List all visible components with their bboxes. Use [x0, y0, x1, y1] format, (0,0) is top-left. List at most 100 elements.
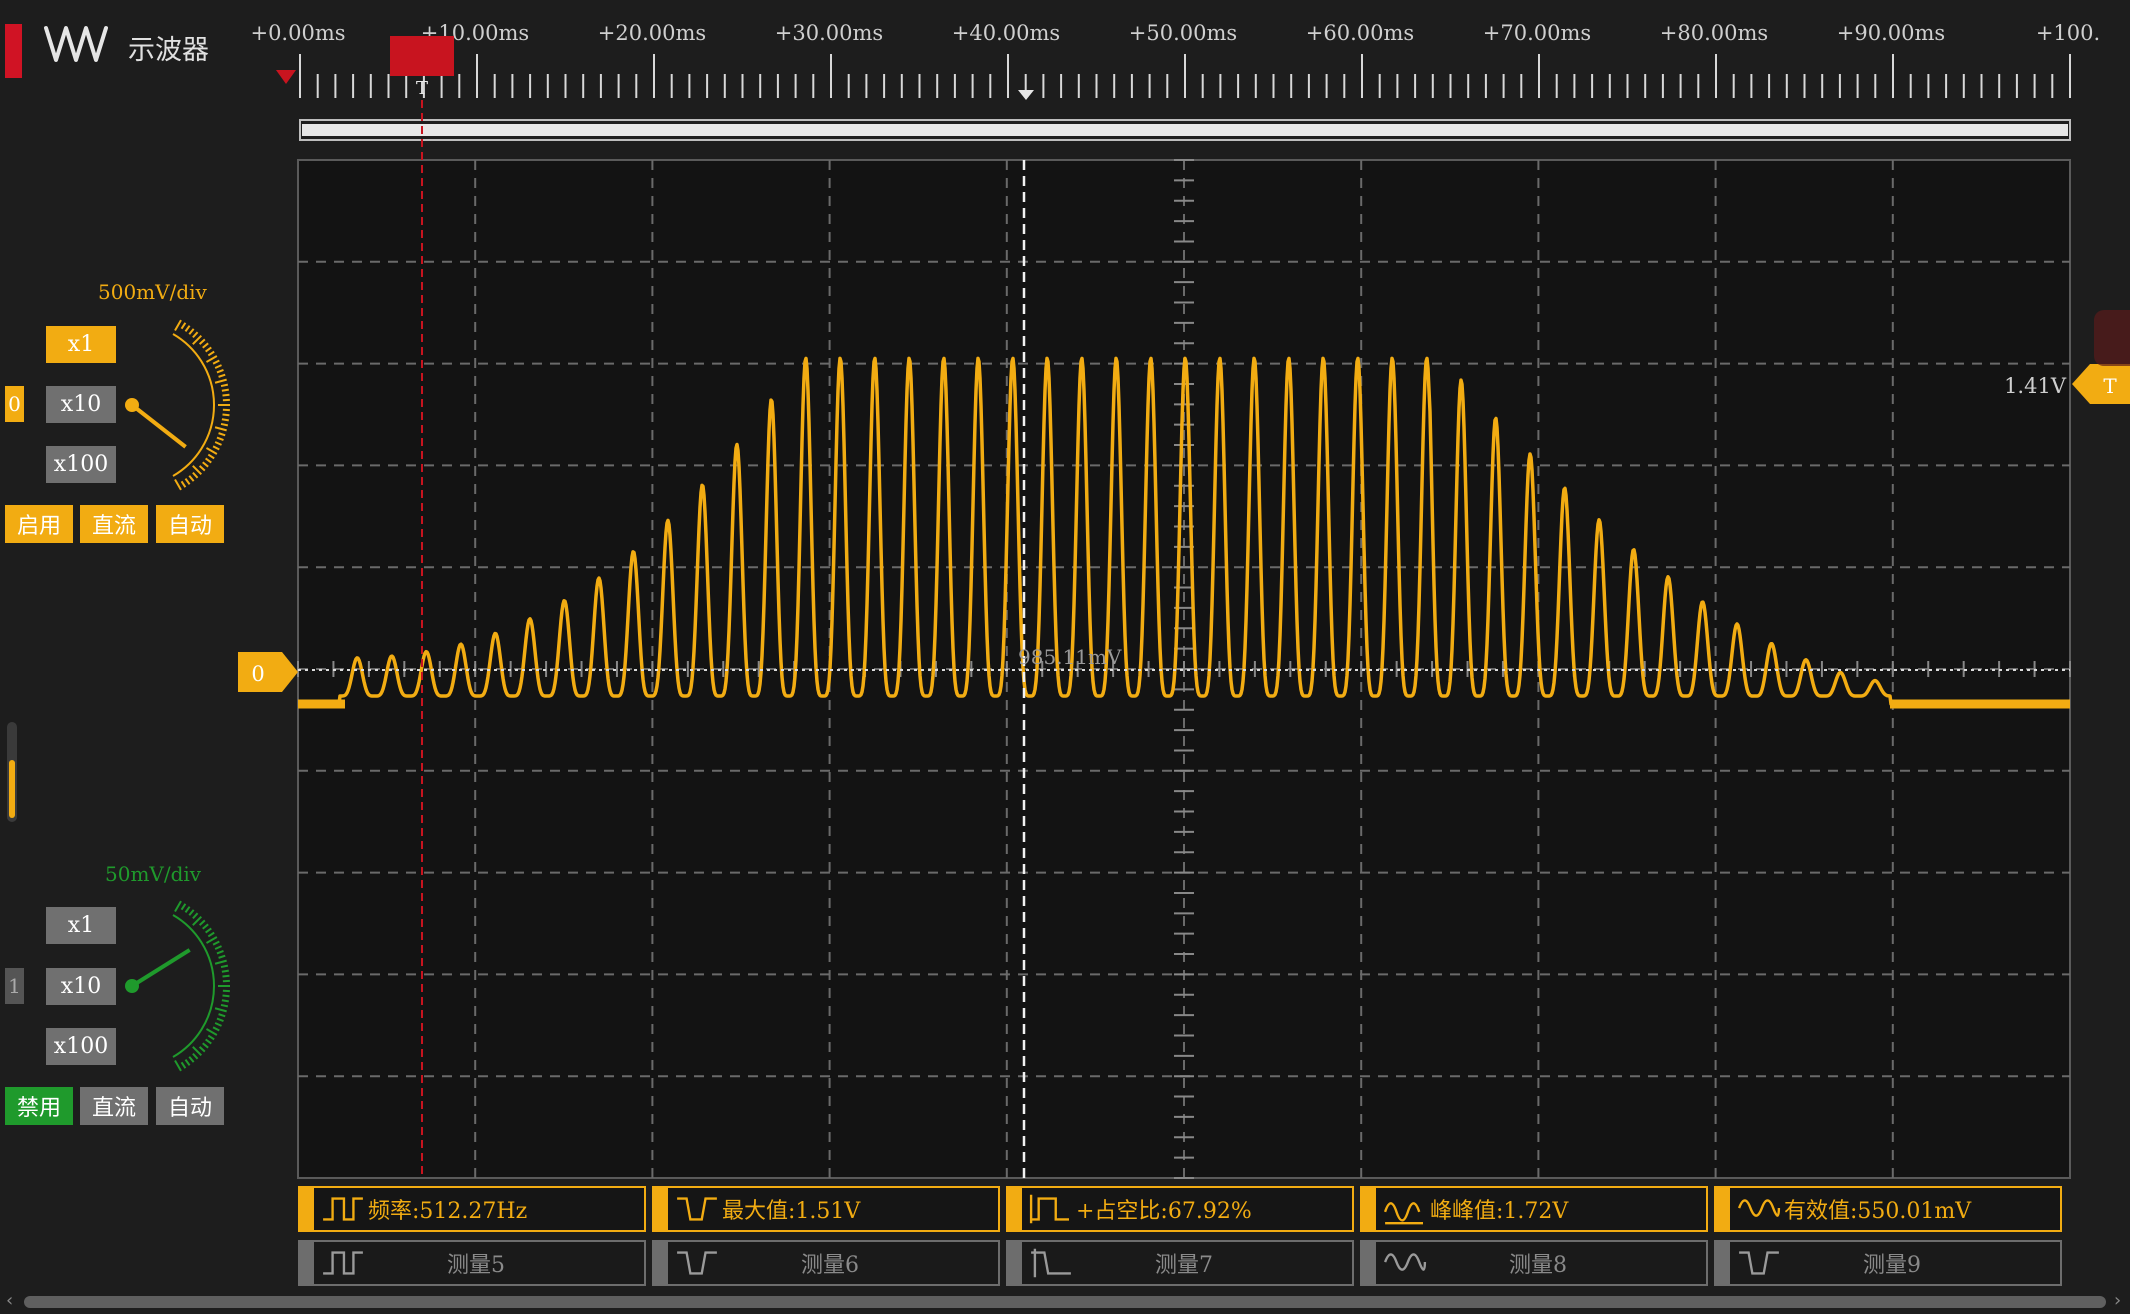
- channel-1-index[interactable]: 1: [5, 968, 24, 1004]
- measurement-label: 测量7: [1155, 1253, 1213, 1278]
- dial-pivot: [125, 398, 139, 412]
- channel-1-probe-x1[interactable]: x1: [46, 907, 116, 944]
- dial-tick: [214, 441, 222, 446]
- measurement-slot-6[interactable]: 测量6: [652, 1240, 1000, 1286]
- channel-0-ground-marker[interactable]: [238, 652, 298, 692]
- time-label: +50.00ms: [1129, 21, 1237, 45]
- ground-marker-label: 0: [251, 662, 264, 686]
- measurement-indicator: [1362, 1188, 1376, 1230]
- dial-tick: [221, 388, 229, 392]
- trigger-position-label: T: [416, 78, 428, 99]
- dial-tick: [202, 1042, 209, 1049]
- dial-tick: [222, 974, 230, 978]
- trigger-level-tag: T: [2103, 374, 2117, 398]
- measurement-indicator: [300, 1242, 314, 1284]
- dial-tick: [188, 475, 195, 482]
- max-pulse-icon: [677, 1197, 717, 1221]
- measurement-label: 峰峰值:1.72V: [1430, 1199, 1569, 1224]
- measurement-3[interactable]: 峰峰值:1.72V: [1360, 1186, 1708, 1232]
- channel-1-scale-dial[interactable]: [110, 886, 235, 1086]
- dial-tick: [214, 1022, 222, 1027]
- dial-tick: [214, 378, 227, 384]
- dial-tick: [205, 447, 218, 455]
- dial-tick: [212, 445, 220, 451]
- measurement-slot-5[interactable]: 测量5: [298, 1240, 646, 1286]
- time-label: +70.00ms: [1483, 21, 1591, 45]
- measurement-label: 测量6: [801, 1253, 859, 1278]
- measurement-label: 频率:512.27Hz: [368, 1199, 528, 1224]
- channel-1-coupling-button[interactable]: 直流: [80, 1087, 148, 1125]
- dial-tick: [198, 919, 206, 926]
- time-ruler[interactable]: +0.00ms +10.00ms +20.00ms +30.00ms +40.00ms +…: [250, 21, 2100, 141]
- dial-tick: [198, 338, 206, 345]
- channel-0-mode-button[interactable]: 自动: [156, 505, 224, 543]
- dial-tick: [220, 964, 229, 969]
- dial-tick: [174, 1059, 182, 1072]
- left-scroll-thumb[interactable]: [9, 760, 15, 818]
- dial-tick: [207, 350, 215, 357]
- oscilloscope-display[interactable]: +0.00ms +10.00ms +20.00ms +30.00ms +40.00ms +…: [0, 0, 2130, 1314]
- dial-tick: [222, 393, 230, 397]
- dial-tick: [180, 903, 187, 911]
- dial-tick: [180, 322, 187, 330]
- time-label: +30.00ms: [775, 21, 883, 45]
- channel-0-index[interactable]: 0: [5, 386, 24, 422]
- scroll-left-arrow[interactable]: ‹: [6, 1290, 13, 1311]
- channel-0-probe-x100[interactable]: x100: [46, 446, 116, 483]
- trigger-level-handle[interactable]: [2072, 364, 2130, 404]
- time-label: +90.00ms: [1837, 21, 1945, 45]
- dial-tick: [188, 328, 195, 335]
- dial-tick: [192, 1052, 199, 1060]
- dial-tick: [184, 478, 191, 485]
- measurement-indicator: [1008, 1242, 1022, 1284]
- measurement-1[interactable]: 最大值:1.51V: [652, 1186, 1000, 1232]
- channel-1-scale: 50mV/div: [105, 862, 202, 886]
- channel-1-mode-button[interactable]: 自动: [156, 1087, 224, 1125]
- dial-tick: [205, 457, 212, 464]
- dial-tick: [205, 1028, 218, 1036]
- measurement-0[interactable]: 频率:512.27Hz: [298, 1186, 646, 1232]
- dial-tick: [212, 359, 220, 365]
- dial-tick: [180, 1061, 187, 1069]
- measurement-indicator: [654, 1188, 668, 1230]
- pretrigger-arrow-icon: [276, 70, 296, 84]
- channel-0-probe-x10[interactable]: x10: [46, 386, 116, 423]
- rising-pulse-icon: [323, 1251, 363, 1275]
- channel-0-probe-x1[interactable]: x1: [46, 326, 116, 363]
- dial-arc: [172, 914, 215, 1058]
- peak-to-peak-icon: [1383, 1202, 1423, 1225]
- measurement-slot-9[interactable]: 测量9: [1714, 1240, 2062, 1286]
- measurement-label: 测量9: [1863, 1253, 1921, 1278]
- time-label: +60.00ms: [1306, 21, 1414, 45]
- time-window-thumb[interactable]: [302, 124, 2068, 136]
- horizontal-scroll-track[interactable]: [24, 1296, 2106, 1308]
- dial-tick: [220, 422, 229, 427]
- measurement-indicator: [1362, 1242, 1376, 1284]
- channel-0-enable-button[interactable]: 启用: [5, 505, 73, 543]
- measurement-slot-8[interactable]: 测量8: [1360, 1240, 1708, 1286]
- channel-1-probe-x10[interactable]: x10: [46, 968, 116, 1005]
- scroll-right-arrow[interactable]: ›: [2114, 1290, 2121, 1311]
- dial-tick: [188, 909, 195, 916]
- channel-1-enable-button[interactable]: 禁用: [5, 1087, 73, 1125]
- dial-tick: [216, 1017, 224, 1023]
- rms-wave-icon: [1737, 1199, 1781, 1217]
- measurement-slot-7[interactable]: 测量7: [1006, 1240, 1354, 1286]
- channel-1-probe-x100[interactable]: x100: [46, 1028, 116, 1065]
- measurement-label: +占空比:67.92%: [1076, 1199, 1252, 1224]
- dial-tick: [184, 325, 191, 332]
- trigger-position-handle[interactable]: [390, 36, 454, 76]
- measurement-4[interactable]: 有效值:550.01mV: [1714, 1186, 2062, 1232]
- time-label: +0.00ms: [250, 21, 345, 45]
- falling-edge-icon: [1031, 1248, 1071, 1278]
- dial-tick: [221, 418, 229, 422]
- dial-tick: [192, 331, 199, 339]
- side-panel-tab[interactable]: [2094, 310, 2130, 366]
- channel-0-scale-dial[interactable]: [110, 305, 235, 505]
- max-pulse-icon: [677, 1251, 717, 1275]
- measurement-label: 测量5: [447, 1253, 505, 1278]
- channel-0-coupling-button[interactable]: 直流: [80, 505, 148, 543]
- measurement-2[interactable]: +占空比:67.92%: [1006, 1186, 1354, 1232]
- dial-tick: [220, 1003, 229, 1008]
- dial-tick: [205, 355, 218, 363]
